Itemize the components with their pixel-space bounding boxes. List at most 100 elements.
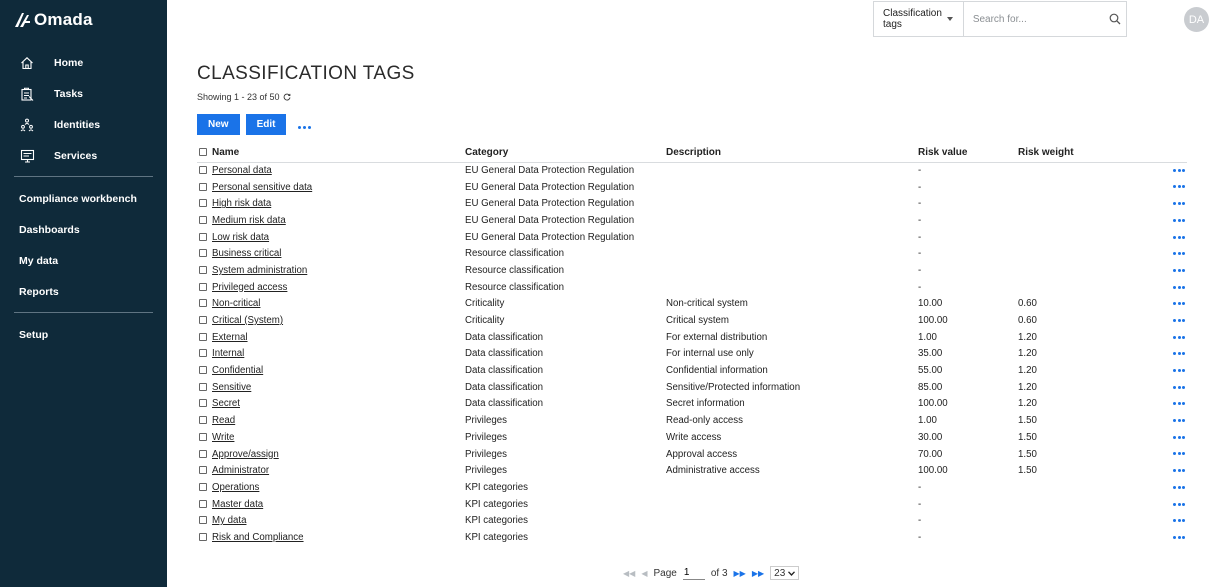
row-checkbox[interactable]: [199, 282, 207, 291]
sidebar-item-reports[interactable]: Reports: [0, 276, 167, 307]
next-page-icon[interactable]: ▶▶: [734, 569, 746, 578]
row-checkbox[interactable]: [199, 182, 207, 191]
table-row[interactable]: System administration Resource classifica…: [197, 262, 1187, 279]
row-more-icon[interactable]: [1173, 419, 1185, 423]
sidebar-item-my-data[interactable]: My data: [0, 245, 167, 276]
table-row[interactable]: Master data KPI categories -: [197, 496, 1187, 513]
row-more-icon[interactable]: [1173, 452, 1185, 456]
row-more-icon[interactable]: [1173, 519, 1185, 523]
row-more-icon[interactable]: [1173, 352, 1185, 356]
tag-name-link[interactable]: Low risk data: [212, 232, 269, 243]
row-checkbox[interactable]: [199, 399, 207, 408]
new-button[interactable]: New: [197, 114, 240, 135]
row-more-icon[interactable]: [1173, 502, 1185, 506]
row-more-icon[interactable]: [1173, 402, 1185, 406]
tag-name-link[interactable]: Sensitive: [212, 382, 251, 393]
row-more-icon[interactable]: [1173, 218, 1185, 222]
row-checkbox[interactable]: [199, 232, 207, 241]
row-more-icon[interactable]: [1173, 302, 1185, 306]
table-row[interactable]: Privileged access Resource classification…: [197, 279, 1187, 296]
column-header-risk-value[interactable]: Risk value: [918, 144, 1018, 163]
row-checkbox[interactable]: [199, 332, 207, 341]
sidebar-item-services[interactable]: Services: [0, 140, 167, 171]
row-checkbox[interactable]: [199, 349, 207, 358]
sidebar-item-compliance-workbench[interactable]: Compliance workbench: [0, 183, 167, 214]
row-more-icon[interactable]: [1173, 169, 1185, 173]
table-row[interactable]: Sensitive Data classification Sensitive/Pr…: [197, 379, 1187, 396]
tag-name-link[interactable]: External: [212, 332, 248, 343]
more-actions-icon[interactable]: [298, 126, 312, 129]
tag-name-link[interactable]: System administration: [212, 265, 307, 276]
row-checkbox[interactable]: [199, 366, 207, 375]
table-row[interactable]: Secret Data classification Secret informat…: [197, 396, 1187, 413]
tag-name-link[interactable]: Business critical: [212, 248, 281, 259]
row-more-icon[interactable]: [1173, 252, 1185, 256]
row-more-icon[interactable]: [1173, 469, 1185, 473]
tag-name-link[interactable]: My data: [212, 515, 246, 526]
table-row[interactable]: Administrator Privileges Administrative ac…: [197, 462, 1187, 479]
omada-logo[interactable]: Omada: [14, 10, 93, 30]
tag-name-link[interactable]: Risk and Compliance: [212, 532, 304, 543]
row-more-icon[interactable]: [1173, 318, 1185, 322]
tag-name-link[interactable]: Write: [212, 432, 234, 443]
row-checkbox[interactable]: [199, 265, 207, 274]
table-row[interactable]: Read Privileges Read-only access 1.00 1.50: [197, 412, 1187, 429]
row-checkbox[interactable]: [199, 316, 207, 325]
row-checkbox[interactable]: [199, 382, 207, 391]
sidebar-item-setup[interactable]: Setup: [0, 319, 167, 350]
column-header-category[interactable]: Category: [465, 144, 666, 163]
table-row[interactable]: Confidential Data classification Confident…: [197, 362, 1187, 379]
column-header-description[interactable]: Description: [666, 144, 918, 163]
row-more-icon[interactable]: [1173, 435, 1185, 439]
sidebar-item-home[interactable]: Home: [0, 47, 167, 78]
table-row[interactable]: Approve/assign Privileges Approval access 7…: [197, 446, 1187, 463]
table-row[interactable]: Business critical Resource classification…: [197, 245, 1187, 262]
row-checkbox[interactable]: [199, 516, 207, 525]
row-checkbox[interactable]: [199, 449, 207, 458]
table-row[interactable]: Internal Data classification For internal …: [197, 346, 1187, 363]
row-checkbox[interactable]: [199, 482, 207, 491]
page-size-select[interactable]: 23: [770, 566, 800, 580]
first-page-icon[interactable]: ◀◀: [623, 569, 635, 578]
tag-name-link[interactable]: Critical (System): [212, 315, 283, 326]
tag-name-link[interactable]: Read: [212, 415, 235, 426]
page-number-input[interactable]: [682, 566, 705, 580]
row-more-icon[interactable]: [1173, 202, 1185, 206]
tag-name-link[interactable]: Approve/assign: [212, 449, 279, 460]
row-checkbox[interactable]: [199, 466, 207, 475]
row-checkbox[interactable]: [199, 499, 207, 508]
row-more-icon[interactable]: [1173, 285, 1185, 289]
tag-name-link[interactable]: Master data: [212, 499, 263, 510]
prev-page-icon[interactable]: ◀: [641, 569, 647, 578]
row-more-icon[interactable]: [1173, 335, 1185, 339]
search-scope-select[interactable]: Classification tags: [874, 2, 964, 36]
sidebar-item-identities[interactable]: Identities: [0, 109, 167, 140]
row-checkbox[interactable]: [199, 215, 207, 224]
tag-name-link[interactable]: Personal sensitive data: [212, 182, 312, 193]
tag-name-link[interactable]: Administrator: [212, 465, 269, 476]
tag-name-link[interactable]: Privileged access: [212, 282, 287, 293]
table-row[interactable]: Low risk data EU General Data Protection …: [197, 229, 1187, 246]
table-row[interactable]: My data KPI categories -: [197, 512, 1187, 529]
table-row[interactable]: Risk and Compliance KPI categories -: [197, 529, 1187, 546]
table-row[interactable]: Personal sensitive data EU General Data P…: [197, 179, 1187, 196]
table-row[interactable]: Personal data EU General Data Protection …: [197, 162, 1187, 179]
row-more-icon[interactable]: [1173, 485, 1185, 489]
row-checkbox[interactable]: [199, 432, 207, 441]
row-checkbox[interactable]: [199, 199, 207, 208]
row-checkbox[interactable]: [199, 416, 207, 425]
row-more-icon[interactable]: [1173, 535, 1185, 539]
select-all-checkbox[interactable]: [199, 148, 207, 157]
row-checkbox[interactable]: [199, 299, 207, 308]
column-header-name[interactable]: Name: [197, 144, 465, 163]
table-row[interactable]: External Data classification For external …: [197, 329, 1187, 346]
tag-name-link[interactable]: Internal: [212, 348, 244, 359]
refresh-icon[interactable]: [283, 93, 291, 101]
table-row[interactable]: Operations KPI categories -: [197, 479, 1187, 496]
row-more-icon[interactable]: [1173, 235, 1185, 239]
sidebar-item-dashboards[interactable]: Dashboards: [0, 214, 167, 245]
tag-name-link[interactable]: Operations: [212, 482, 259, 493]
search-button[interactable]: [1105, 2, 1126, 36]
table-row[interactable]: Medium risk data EU General Data Protecti…: [197, 212, 1187, 229]
tag-name-link[interactable]: Secret: [212, 398, 240, 409]
